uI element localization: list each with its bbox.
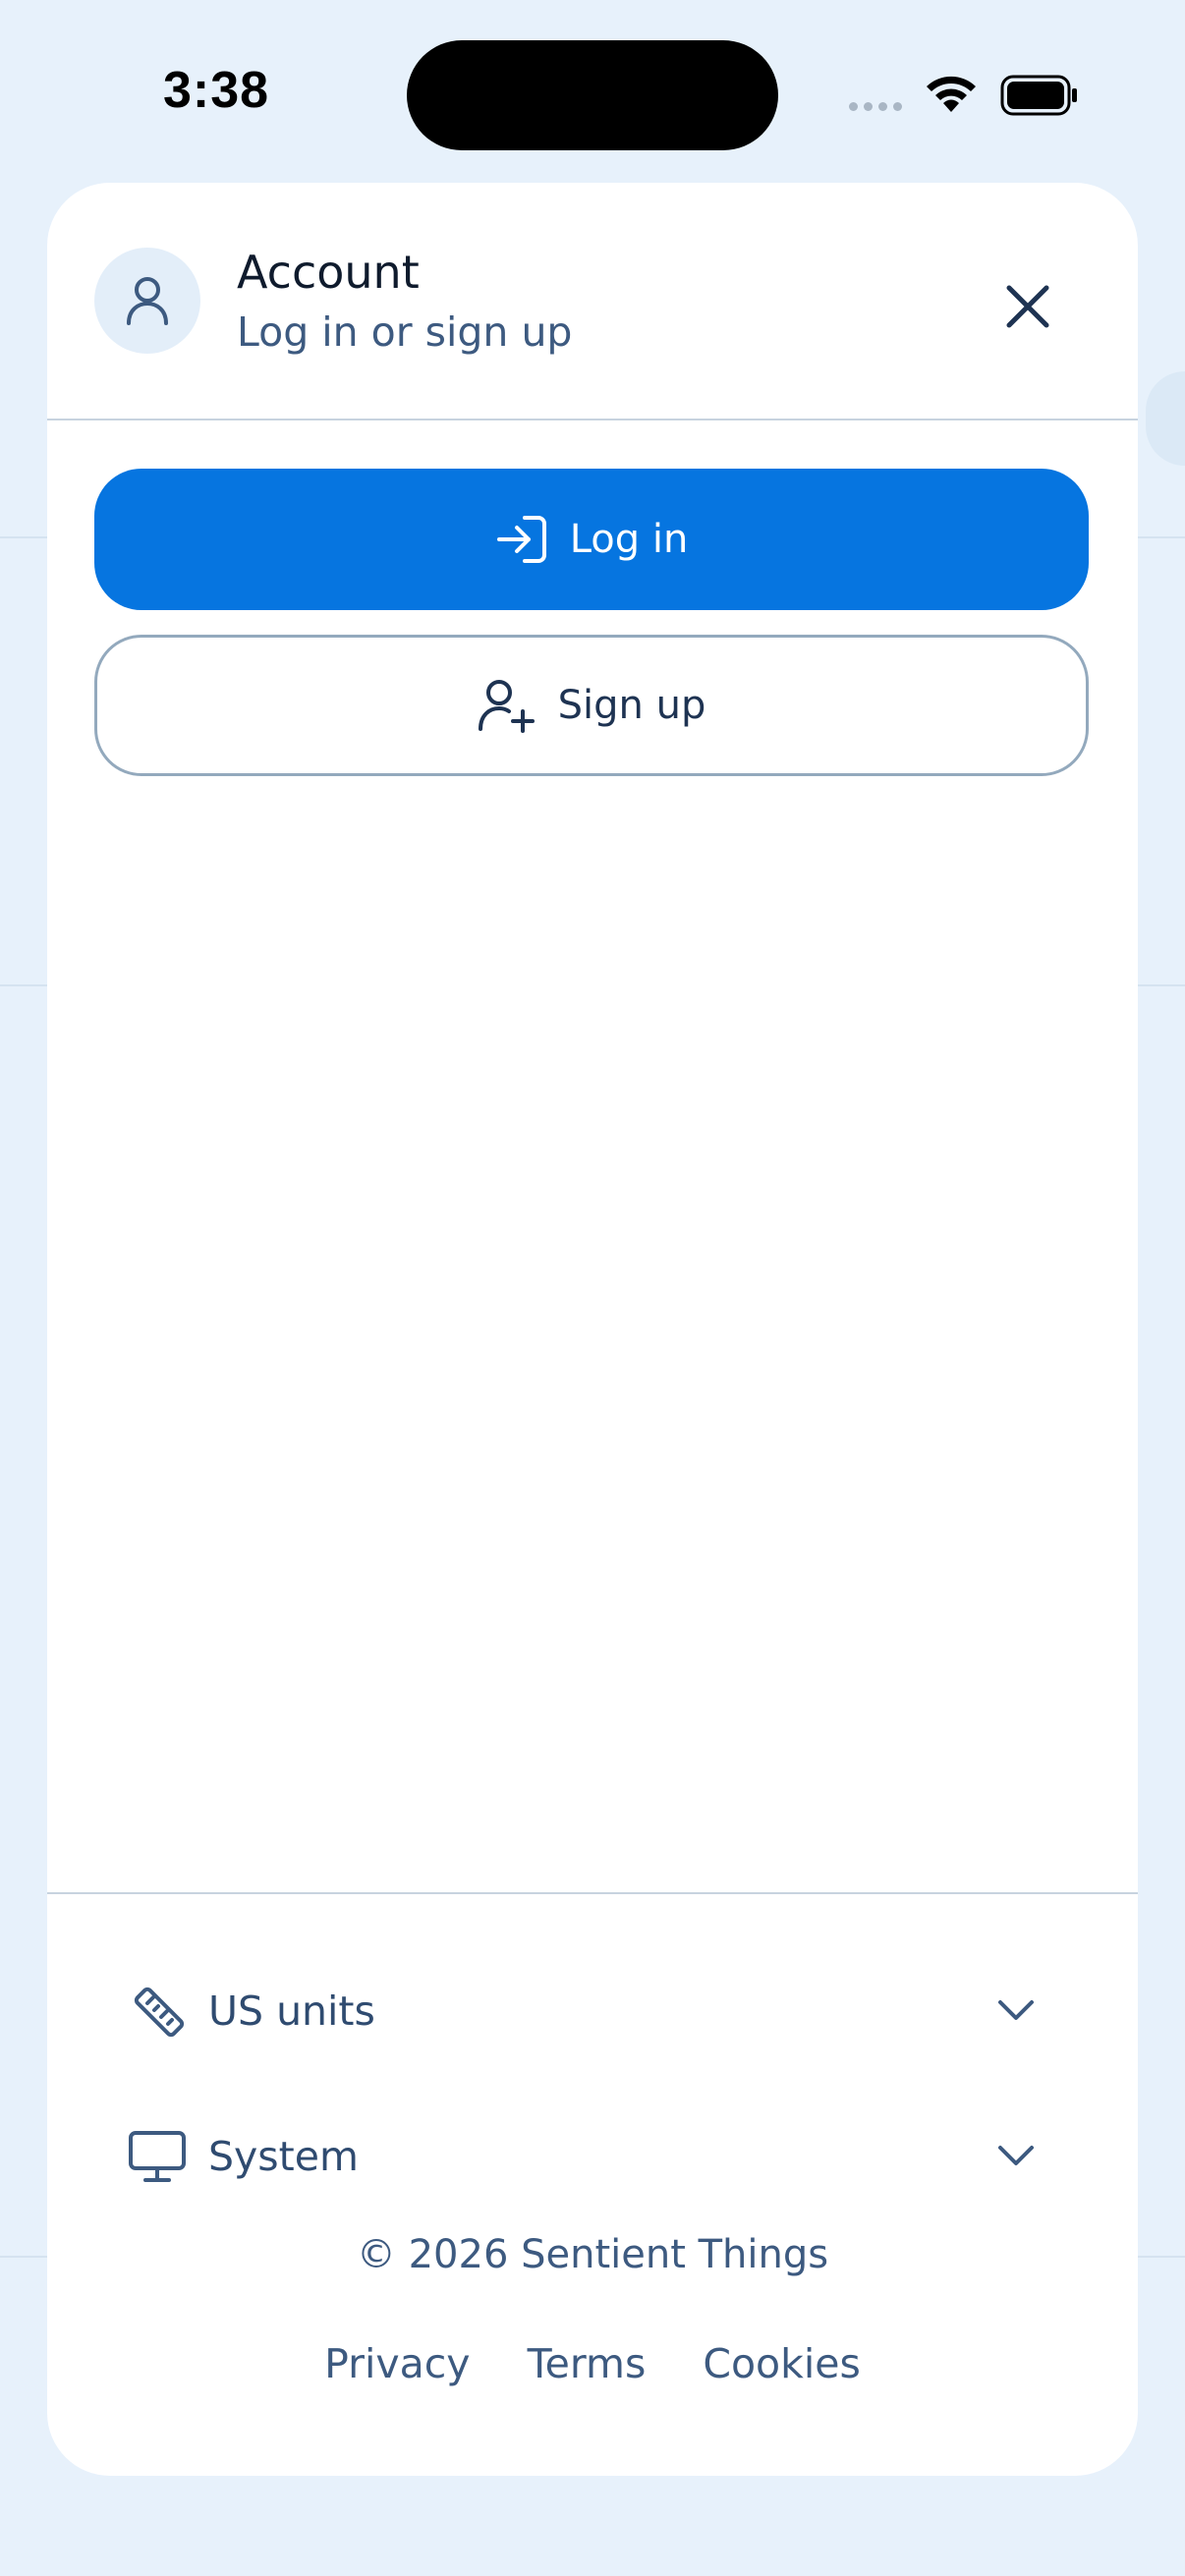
background-button [1146, 371, 1185, 466]
wifi-icon [927, 76, 976, 112]
account-sheet: Account Log in or sign up Log in Sign up [47, 183, 1138, 2476]
dynamic-island [407, 40, 778, 150]
account-title: Account [237, 246, 420, 299]
battery-icon [1000, 75, 1077, 116]
cookies-link[interactable]: Cookies [703, 2340, 861, 2387]
cellular-signal-icon [849, 102, 902, 111]
theme-selector[interactable]: System [126, 2112, 1099, 2201]
header-divider [47, 419, 1138, 420]
user-plus-icon [478, 680, 535, 733]
account-subtitle: Log in or sign up [237, 308, 573, 356]
chevron-down-icon [998, 2146, 1034, 2165]
ruler-icon [126, 1980, 189, 2043]
login-button[interactable]: Log in [94, 469, 1089, 610]
signup-label: Sign up [557, 683, 706, 728]
units-selector[interactable]: US units [126, 1967, 1099, 2055]
theme-label: System [208, 2133, 359, 2180]
close-icon [1006, 285, 1049, 328]
chevron-down-icon [998, 2000, 1034, 2020]
terms-link[interactable]: Terms [528, 2340, 647, 2387]
sheet-header: Account Log in or sign up [47, 183, 1138, 420]
footer-divider [47, 1892, 1138, 1894]
login-label: Log in [569, 517, 689, 562]
footer-links: Privacy Terms Cookies [47, 2340, 1138, 2387]
user-icon [127, 277, 168, 325]
avatar [94, 248, 200, 354]
login-icon [496, 516, 546, 563]
signup-button[interactable]: Sign up [94, 635, 1089, 776]
privacy-link[interactable]: Privacy [324, 2340, 470, 2387]
copyright: © 2026 Sentient Things [356, 2232, 829, 2277]
units-label: US units [208, 1988, 375, 2035]
status-time: 3:38 [163, 62, 270, 119]
monitor-icon [126, 2125, 189, 2188]
close-button[interactable] [988, 267, 1067, 346]
